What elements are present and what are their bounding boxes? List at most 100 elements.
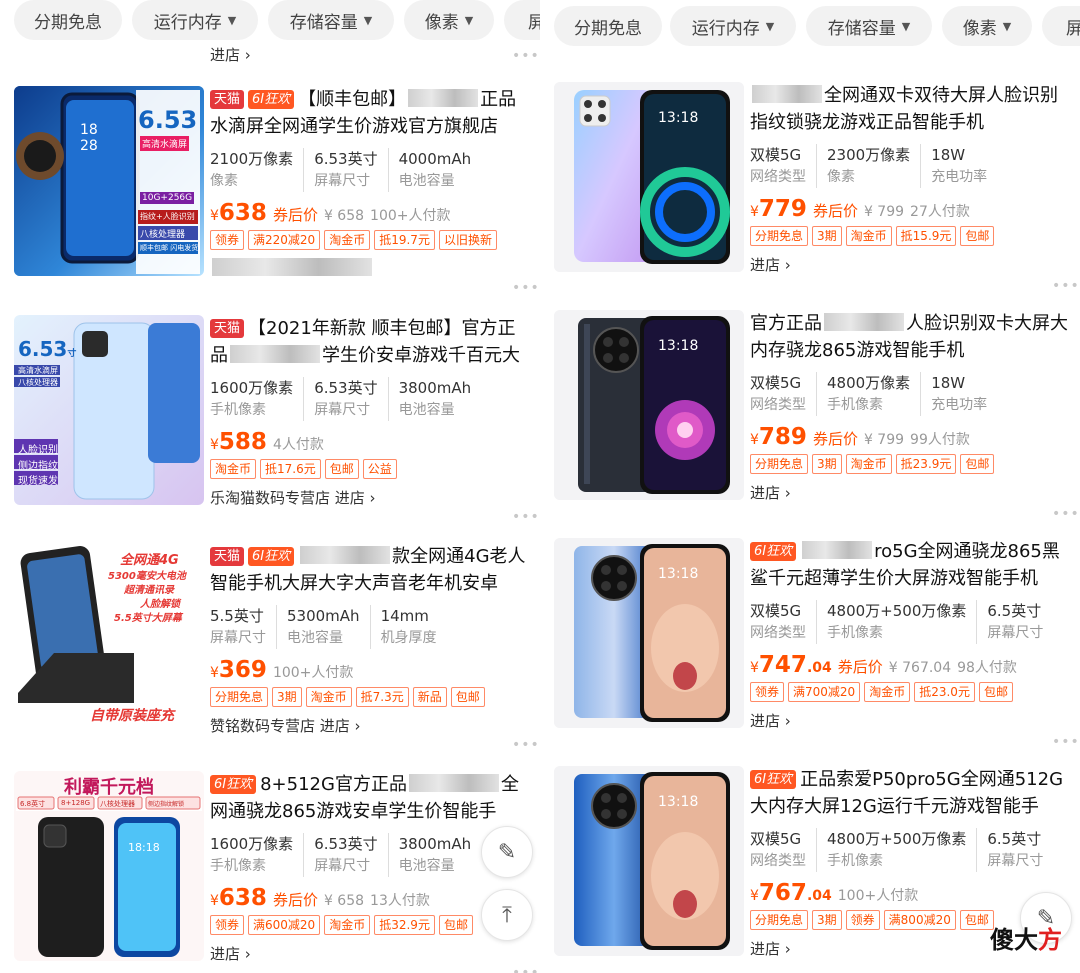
after-coupon-label: 券后价 [812,430,858,448]
filter-storage[interactable]: 存储容量 ▼ [268,0,394,40]
enter-store-link[interactable]: 进店 › [210,44,251,65]
product-card[interactable]: 6.53 高清水滴屏 10G+256G 指纹+人脸识别 八核处理器 顺丰包邮 闪… [0,86,540,314]
filter-ram[interactable]: 运行内存 ▼ [132,0,258,40]
promo-badge: 3期 [812,454,842,474]
tmall-tag: 天猫 [210,547,245,566]
original-price: ¥ 658 [323,208,365,224]
spec-list: 双模5G 网络类型 4800万+500万像素 手机像素 6.5英寸 屏幕尺寸 [750,600,1070,644]
left-listing-column: 分期免息 运行内存 ▼ 存储容量 ▼ 像素 ▼ 屏 进店 › ••• 6.53 高清水… [0,0,540,973]
spec-value: 1600万像素 [210,835,294,853]
caret-down-icon: ▼ [901,19,911,33]
product-title[interactable]: 官方正品 人脸识别双卡大屏大内存骁龙865游戏智能手机 [750,310,1070,364]
product-card[interactable]: 13:18 官方正品 人脸识别双卡大屏大内存骁龙865游戏智能手机 双模5G 网络类… [540,310,1080,538]
spec-item: 4000mAh 电池容量 [399,148,482,192]
store-link[interactable]: 赞铭数码专营店 进店 › [210,715,530,736]
original-price: ¥ 767.04 [888,660,952,676]
promo-badge: 包邮 [959,910,994,930]
product-info: 天猫 【2021年新款 顺丰包邮】官方正品 学生价安卓游戏千百元大 1600万像素手… [210,315,530,508]
currency-symbol: ¥ [210,665,219,681]
spec-item: 6.53英寸 屏幕尺寸 [314,377,389,421]
price-decimal: .04 [806,660,832,676]
filter-pixels[interactable]: 像素 ▼ [942,6,1032,46]
spec-value: 4800万+500万像素 [827,830,967,848]
spec-item: 6.53英寸 屏幕尺寸 [314,148,389,192]
store-link[interactable]: 乐淘猫数码专营店 进店 › [210,487,530,508]
product-image[interactable]: 6.53 高清水滴屏 10G+256G 指纹+人脸识别 八核处理器 顺丰包邮 闪… [14,86,204,276]
filter-screen[interactable]: 屏 [1042,6,1080,46]
spec-value: 6.53英寸 [314,835,378,853]
spec-list: 双模5G 网络类型 2300万像素 像素 18W 充电功率 [750,144,1070,188]
product-title[interactable]: 天猫 【2021年新款 顺丰包邮】官方正品 学生价安卓游戏千百元大 [210,315,530,369]
buyer-count: 100+人付款 [370,208,451,224]
more-icon[interactable]: ••• [512,509,540,525]
filter-ram[interactable]: 运行内存 ▼ [670,6,796,46]
store-name[interactable] [210,258,530,278]
spec-item: 18W 充电功率 [931,144,997,188]
product-image[interactable]: 13:18 [554,766,744,956]
title-text: 8+512G官方正品 [260,774,407,795]
promo-badge: 3期 [272,687,302,707]
store-link[interactable]: 进店 › [750,254,1070,275]
product-title[interactable]: 6I狂欢 8+512G官方正品 全网通骁龙865游戏安卓学生价智能手 [210,771,530,825]
filter-pixels[interactable]: 像素 ▼ [404,0,494,40]
more-icon[interactable]: ••• [512,48,540,64]
product-image[interactable]: 全网通4G 5300毫安大电池 超清通讯录 人脸解锁 5.5英寸大屏幕 自带原装… [14,543,204,733]
product-card[interactable]: 13:18 全网通双卡双待大屏人脸识别指纹锁骁龙游戏正品智能手机 双模5G 网络类… [540,82,1080,310]
spec-label: 手机像素 [210,858,266,874]
product-image[interactable]: 利霸千元档 6.8英寸 8+128G 八核处理器 侧边指纹解锁 18:18 [14,771,204,961]
price-row: ¥588 4人付款 [210,429,530,455]
promo-badge: 包邮 [450,687,485,707]
price: 789 [758,424,807,450]
filter-label: 运行内存 [153,12,222,33]
more-icon[interactable]: ••• [1052,734,1080,750]
caret-down-icon: ▼ [464,13,474,27]
more-icon[interactable]: ••• [1052,506,1080,522]
filter-storage[interactable]: 存储容量 ▼ [806,6,932,46]
product-title[interactable]: 6I狂欢 正品索爱P50pro5G全网通512G大内存大屏12G运行千元游戏智能手 [750,766,1070,820]
more-icon[interactable]: ••• [512,737,540,753]
promo-badge: 领券 [750,682,785,702]
arrow-up-icon[interactable]: ⤒ [481,889,533,941]
promo-badge: 淘金币 [845,226,892,246]
screen-time: 13:18 [658,566,699,582]
more-icon[interactable]: ••• [512,280,540,296]
product-card[interactable]: 13:18 6I狂欢 ro5G全网通骁龙865黑鲨千元超薄学生价大屏游戏智能手机 … [540,538,1080,766]
promo-badge: 淘金币 [305,687,352,707]
price-row: ¥767.04 100+人付款 [750,880,1070,906]
store-link[interactable]: 进店 › [750,710,1070,731]
caret-down-icon: ▼ [227,13,237,27]
filter-screen[interactable]: 屏 [504,0,540,40]
product-card[interactable]: 利霸千元档 6.8英寸 8+128G 八核处理器 侧边指纹解锁 18:18 6I… [0,771,540,973]
promo-badge: 包邮 [978,682,1013,702]
store-link[interactable]: 进店 › [210,943,530,964]
product-title[interactable]: 全网通双卡双待大屏人脸识别指纹锁骁龙游戏正品智能手机 [750,82,1070,136]
more-icon[interactable]: ••• [1052,278,1080,294]
store-link[interactable]: 进店 › [750,482,1070,503]
product-title[interactable]: 天猫 6I狂欢 【顺丰包邮】 正品水滴屏全网通学生价游戏官方旗舰店 [210,86,530,140]
product-image[interactable]: 6.53寸 高清水滴屏 八核处理器 人脸识别 侧边指纹 现货速发 [14,315,204,505]
product-title[interactable]: 6I狂欢 ro5G全网通骁龙865黑鲨千元超薄学生价大屏游戏智能手机 [750,538,1070,592]
product-image[interactable]: 13:18 [554,538,744,728]
promo-badges: 淘金币 抵17.6元 包邮 公益 [210,459,530,479]
filter-installment[interactable]: 分期免息 [554,6,662,46]
original-price: ¥ 658 [323,893,365,909]
product-image[interactable]: 13:18 [554,310,744,500]
promo-badge: 抵23.0元 [914,682,975,702]
edit-icon[interactable]: ✎ [481,826,533,878]
promo-badge: 包邮 [438,915,473,935]
promo-badge: 淘金币 [210,459,257,479]
caret-down-icon: ▼ [765,19,775,33]
spec-item: 1600万像素 手机像素 [210,833,305,877]
title-text: ro5G全网通骁龙865 [874,541,1042,562]
product-card[interactable]: 全网通4G 5300毫安大电池 超清通讯录 人脸解锁 5.5英寸大屏幕 自带原装… [0,543,540,771]
promo-label: 高清水滴屏 [140,136,190,151]
product-info: 6I狂欢 8+512G官方正品 全网通骁龙865游戏安卓学生价智能手 1600万像素… [210,771,530,964]
after-coupon-label: 券后价 [812,202,858,220]
sale-tag: 6I狂欢 [750,542,797,561]
more-icon[interactable]: ••• [512,965,540,973]
promo-label: 八核处理器 [100,800,135,808]
product-title[interactable]: 天猫 6I狂欢 款全网通4G老人智能手机大屏大字大声音老年机安卓 [210,543,530,597]
product-card[interactable]: 6.53寸 高清水滴屏 八核处理器 人脸识别 侧边指纹 现货速发 天猫 【2021… [0,315,540,543]
product-image[interactable]: 13:18 [554,82,744,272]
filter-installment[interactable]: 分期免息 [14,0,122,40]
